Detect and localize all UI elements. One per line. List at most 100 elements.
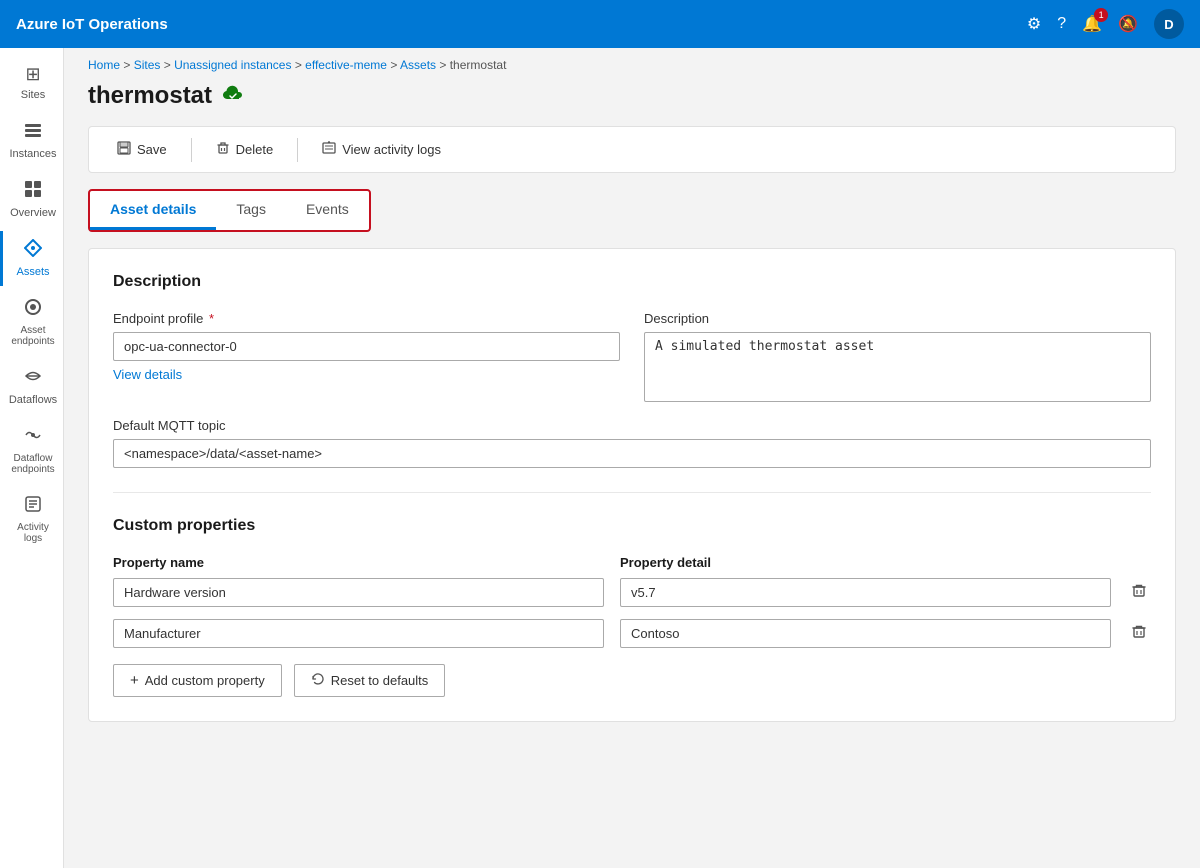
delete-prop-0[interactable] <box>1127 579 1151 607</box>
description-textarea[interactable]: A simulated thermostat asset <box>644 332 1151 402</box>
help-icon[interactable]: ? <box>1057 15 1066 33</box>
col-name-label: Property name <box>113 555 580 570</box>
mqtt-input[interactable] <box>113 439 1151 468</box>
sidebar-item-sites[interactable]: ⊞ Sites <box>0 56 63 109</box>
sidebar-label-asset-endpoints: Asset endpoints <box>7 325 59 347</box>
app-body: ⊞ Sites Instances Overview Assets Asse <box>0 48 1200 868</box>
bottom-actions: + Add custom property Reset to defaults <box>113 664 1151 697</box>
custom-properties-section: Custom properties Property name Property… <box>113 517 1151 697</box>
breadcrumb-home[interactable]: Home <box>88 58 120 72</box>
prop-name-0[interactable] <box>113 578 604 607</box>
delete-button[interactable]: Delete <box>204 135 286 164</box>
content-card: Description Endpoint profile * View deta… <box>88 248 1176 722</box>
sidebar-label-dataflows: Dataflows <box>9 394 57 406</box>
mqtt-label: Default MQTT topic <box>113 418 1151 433</box>
sidebar-item-dataflows[interactable]: Dataflows <box>0 359 63 414</box>
view-activity-label: View activity logs <box>342 142 441 157</box>
sidebar-item-overview[interactable]: Overview <box>0 172 63 227</box>
toolbar-divider-1 <box>191 138 192 162</box>
settings-icon[interactable]: ⚙ <box>1027 14 1041 34</box>
add-icon: + <box>130 672 139 689</box>
tab-asset-details[interactable]: Asset details <box>90 191 216 230</box>
notification-icon[interactable]: 🔔 1 <box>1082 14 1102 34</box>
app-title: Azure IoT Operations <box>16 16 1027 33</box>
tab-events[interactable]: Events <box>286 191 369 230</box>
delete-label: Delete <box>236 142 274 157</box>
breadcrumb-current: thermostat <box>450 58 507 72</box>
sidebar-label-activity-logs: Activity logs <box>7 522 59 544</box>
sidebar-label-instances: Instances <box>9 148 56 160</box>
topbar: Azure IoT Operations ⚙ ? 🔔 1 🔕 D <box>0 0 1200 48</box>
reset-defaults-button[interactable]: Reset to defaults <box>294 664 446 697</box>
page-header: thermostat <box>64 72 1200 126</box>
activity-logs-icon <box>24 495 42 518</box>
breadcrumb-assets[interactable]: Assets <box>400 58 436 72</box>
sidebar-item-asset-endpoints[interactable]: Asset endpoints <box>0 290 63 355</box>
breadcrumb: Home > Sites > Unassigned instances > ef… <box>64 48 1200 72</box>
delete-prop-1[interactable] <box>1127 620 1151 648</box>
sidebar-item-activity-logs[interactable]: Activity logs <box>0 487 63 552</box>
endpoint-profile-input[interactable] <box>113 332 620 361</box>
reset-icon <box>311 672 325 689</box>
description-group: Description A simulated thermostat asset <box>644 311 1151 402</box>
custom-prop-row-0 <box>113 578 1151 607</box>
asset-endpoints-icon <box>24 298 42 321</box>
notification-badge: 1 <box>1094 8 1108 22</box>
reset-defaults-label: Reset to defaults <box>331 673 429 688</box>
user-avatar[interactable]: D <box>1154 9 1184 39</box>
sidebar-item-instances[interactable]: Instances <box>0 113 63 168</box>
breadcrumb-effective-meme[interactable]: effective-meme <box>305 58 387 72</box>
breadcrumb-sep-3: > <box>295 58 305 72</box>
tabs-container: Asset details Tags Events <box>88 189 371 232</box>
required-asterisk: * <box>209 311 214 326</box>
add-custom-property-button[interactable]: + Add custom property <box>113 664 282 697</box>
toolbar-divider-2 <box>297 138 298 162</box>
save-label: Save <box>137 142 167 157</box>
description-field-label: Description <box>644 311 1151 326</box>
delete-icon <box>216 141 230 158</box>
sidebar: ⊞ Sites Instances Overview Assets Asse <box>0 48 64 868</box>
alert-icon[interactable]: 🔕 <box>1118 14 1138 34</box>
section-divider <box>113 492 1151 493</box>
sidebar-item-dataflow-endpoints[interactable]: Dataflow endpoints <box>0 418 63 483</box>
description-title: Description <box>113 273 1151 291</box>
view-details-link[interactable]: View details <box>113 367 620 382</box>
toolbar: Save Delete View activity logs <box>88 126 1176 173</box>
custom-properties-title: Custom properties <box>113 517 1151 535</box>
add-custom-property-label: Add custom property <box>145 673 265 688</box>
sites-icon: ⊞ <box>25 64 40 85</box>
instances-icon <box>24 121 42 144</box>
breadcrumb-sep-4: > <box>390 58 400 72</box>
save-button[interactable]: Save <box>105 135 179 164</box>
breadcrumb-unassigned[interactable]: Unassigned instances <box>174 58 291 72</box>
save-icon <box>117 141 131 158</box>
sidebar-item-assets[interactable]: Assets <box>0 231 63 286</box>
mqtt-group: Default MQTT topic <box>113 418 1151 468</box>
breadcrumb-sep-1: > <box>123 58 133 72</box>
sidebar-label-overview: Overview <box>10 207 56 219</box>
breadcrumb-sites[interactable]: Sites <box>134 58 161 72</box>
description-section: Description Endpoint profile * View deta… <box>113 273 1151 468</box>
prop-name-1[interactable] <box>113 619 604 648</box>
breadcrumb-sep-5: > <box>439 58 449 72</box>
page-title: thermostat <box>88 82 212 110</box>
topbar-icons: ⚙ ? 🔔 1 🔕 D <box>1027 9 1184 39</box>
custom-props-header: Property name Property detail <box>113 555 1151 570</box>
dataflow-endpoints-icon <box>24 426 42 449</box>
sidebar-label-dataflow-endpoints: Dataflow endpoints <box>7 453 59 475</box>
cloud-status-icon <box>222 85 244 108</box>
prop-detail-1[interactable] <box>620 619 1111 648</box>
main-content: Home > Sites > Unassigned instances > ef… <box>64 48 1200 868</box>
form-row-1: Endpoint profile * View details Descript… <box>113 311 1151 402</box>
endpoint-profile-label: Endpoint profile * <box>113 311 620 326</box>
endpoint-profile-group: Endpoint profile * View details <box>113 311 620 402</box>
dataflows-icon <box>24 367 42 390</box>
tab-tags[interactable]: Tags <box>216 191 286 230</box>
overview-icon <box>24 180 42 203</box>
col-detail-label: Property detail <box>620 555 1087 570</box>
assets-icon <box>24 239 42 262</box>
activity-icon <box>322 141 336 158</box>
prop-detail-0[interactable] <box>620 578 1111 607</box>
custom-prop-row-1 <box>113 619 1151 648</box>
view-activity-button[interactable]: View activity logs <box>310 135 453 164</box>
